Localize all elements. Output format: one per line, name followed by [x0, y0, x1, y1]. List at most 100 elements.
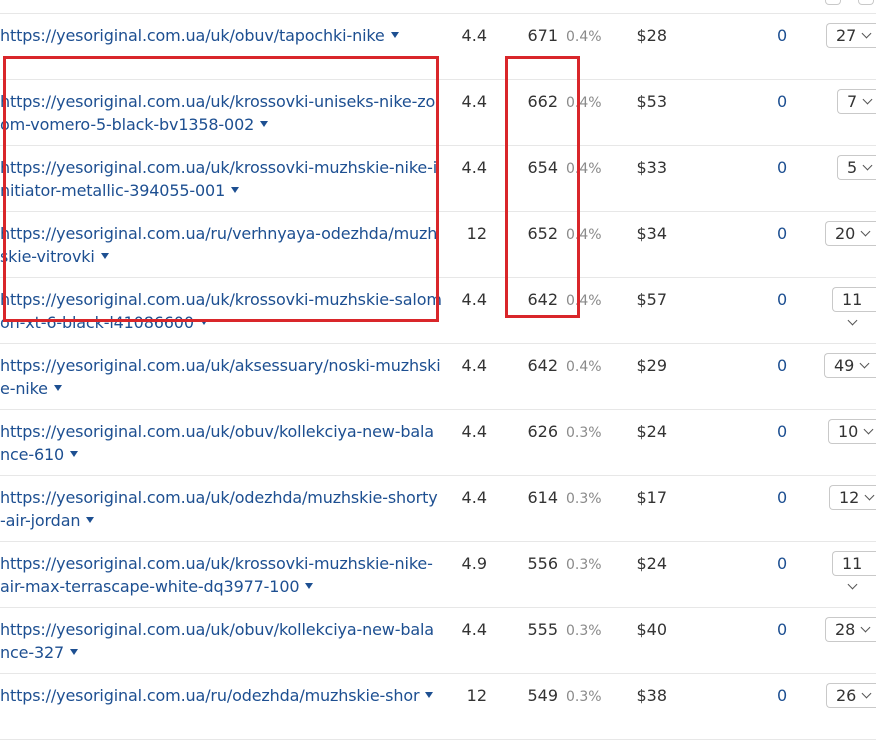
kd-value: 4.4: [461, 26, 487, 45]
volume-share: 0.4%: [566, 95, 602, 111]
rank-dropdown[interactable]: 11: [832, 287, 876, 326]
rank-dropdown[interactable]: 20: [825, 221, 876, 246]
volume-value: 654: [527, 158, 558, 177]
cpc-value: $24: [636, 422, 667, 441]
url-link[interactable]: https://yesoriginal.com.ua/ru/odezhda/mu…: [0, 684, 442, 707]
url-text[interactable]: https://yesoriginal.com.ua/uk/krossovki-…: [0, 158, 437, 200]
caret-down-icon[interactable]: [100, 253, 109, 259]
count-link[interactable]: 0: [777, 156, 787, 179]
cpc-value: $28: [636, 26, 667, 45]
url-text[interactable]: https://yesoriginal.com.ua/uk/krossovki-…: [0, 554, 433, 596]
url-link[interactable]: https://yesoriginal.com.ua/uk/krossovki-…: [0, 288, 442, 334]
rank-value: 49: [834, 356, 855, 375]
kd-value: 4.4: [461, 92, 487, 111]
caret-down-icon[interactable]: [86, 517, 95, 523]
url-text[interactable]: https://yesoriginal.com.ua/ru/odezhda/mu…: [0, 686, 420, 705]
url-text[interactable]: https://yesoriginal.com.ua/uk/obuv/kolle…: [0, 620, 434, 662]
table-row: https://yesoriginal.com.ua/uk/obuv/kolle…: [0, 608, 876, 674]
url-link[interactable]: https://yesoriginal.com.ua/uk/krossovki-…: [0, 156, 442, 202]
caret-down-icon[interactable]: [53, 385, 62, 391]
count-link[interactable]: 0: [777, 222, 787, 245]
url-text[interactable]: https://yesoriginal.com.ua/uk/krossovki-…: [0, 92, 435, 134]
rank-dropdown[interactable]: 10: [828, 419, 876, 444]
cpc-value: $34: [636, 224, 667, 243]
url-link[interactable]: https://yesoriginal.com.ua/uk/krossovki-…: [0, 90, 442, 136]
volume-value: 662: [527, 92, 558, 111]
url-text[interactable]: https://yesoriginal.com.ua/ru/verhnyaya-…: [0, 224, 437, 266]
rank-dropdown[interactable]: 11: [832, 551, 876, 590]
rank-dropdown[interactable]: 5: [837, 155, 876, 180]
cpc-value: $33: [636, 158, 667, 177]
caret-down-icon[interactable]: [70, 451, 79, 457]
rank-dropdown[interactable]: 7: [837, 89, 876, 114]
count-link[interactable]: 0: [777, 354, 787, 377]
url-link[interactable]: https://yesoriginal.com.ua/uk/obuv/kolle…: [0, 420, 442, 466]
volume-value: 642: [527, 290, 558, 309]
count-link[interactable]: 0: [777, 552, 787, 575]
volume-share: 0.3%: [566, 623, 602, 639]
caret-down-icon[interactable]: [260, 121, 269, 127]
volume-share: 0.4%: [566, 161, 602, 177]
count-link[interactable]: 0: [777, 24, 787, 47]
caret-down-icon[interactable]: [390, 32, 399, 38]
cpc-value: $29: [636, 356, 667, 375]
rank-value: 28: [835, 620, 856, 639]
chevron-down-icon: [859, 358, 870, 369]
caret-down-icon[interactable]: [70, 649, 79, 655]
url-text[interactable]: https://yesoriginal.com.ua/uk/krossovki-…: [0, 290, 442, 332]
count-link[interactable]: 0: [777, 684, 787, 707]
url-link[interactable]: https://yesoriginal.com.ua/uk/aksessuary…: [0, 354, 442, 400]
volume-share: 0.4%: [566, 29, 602, 45]
volume-value: 671: [527, 26, 558, 45]
url-text[interactable]: https://yesoriginal.com.ua/uk/aksessuary…: [0, 356, 441, 398]
url-link[interactable]: https://yesoriginal.com.ua/uk/obuv/kolle…: [0, 618, 442, 664]
url-table: https://yesoriginal.com.ua/uk/obuv/tapoc…: [0, 14, 876, 740]
url-text[interactable]: https://yesoriginal.com.ua/uk/obuv/kolle…: [0, 422, 434, 464]
caret-down-icon[interactable]: [199, 319, 208, 325]
kd-value: 4.4: [461, 158, 487, 177]
kd-value: 12: [466, 224, 487, 243]
rank-value: 20: [835, 224, 856, 243]
rank-value: 26: [836, 686, 857, 705]
kd-value: 4.4: [461, 356, 487, 375]
volume-value: 549: [527, 686, 558, 705]
url-link[interactable]: https://yesoriginal.com.ua/uk/krossovki-…: [0, 552, 442, 598]
cpc-value: $57: [636, 290, 667, 309]
count-link[interactable]: 0: [777, 288, 787, 311]
chevron-down-icon: [847, 315, 858, 326]
volume-value: 642: [527, 356, 558, 375]
rank-dropdown[interactable]: 27: [826, 23, 876, 48]
chevron-down-icon: [847, 579, 858, 590]
url-text[interactable]: https://yesoriginal.com.ua/uk/obuv/tapoc…: [0, 26, 385, 45]
rank-dropdown[interactable]: 12: [829, 485, 876, 510]
volume-value: 626: [527, 422, 558, 441]
url-text[interactable]: https://yesoriginal.com.ua/uk/odezhda/mu…: [0, 488, 438, 530]
rank-value: 10: [838, 422, 859, 441]
volume-share: 0.4%: [566, 293, 602, 309]
rank-value: 11: [842, 554, 863, 573]
caret-down-icon[interactable]: [231, 187, 240, 193]
table-row: https://yesoriginal.com.ua/uk/krossovki-…: [0, 278, 876, 344]
volume-value: 614: [527, 488, 558, 507]
rank-dropdown[interactable]: 49: [824, 353, 876, 378]
caret-down-icon[interactable]: [425, 692, 434, 698]
url-link[interactable]: https://yesoriginal.com.ua/ru/verhnyaya-…: [0, 222, 442, 268]
url-link[interactable]: https://yesoriginal.com.ua/uk/odezhda/mu…: [0, 486, 442, 532]
rank-value: 5: [847, 158, 858, 177]
rank-value: 27: [836, 26, 857, 45]
cpc-value: $53: [636, 92, 667, 111]
count-link[interactable]: 0: [777, 486, 787, 509]
rank-dropdown[interactable]: 28: [825, 617, 876, 642]
url-link[interactable]: https://yesoriginal.com.ua/uk/obuv/tapoc…: [0, 24, 442, 47]
count-link[interactable]: 0: [777, 420, 787, 443]
table-row: https://yesoriginal.com.ua/ru/verhnyaya-…: [0, 212, 876, 278]
rank-value: 7: [847, 92, 858, 111]
count-link[interactable]: 0: [777, 90, 787, 113]
caret-down-icon[interactable]: [305, 583, 314, 589]
rank-dropdown[interactable]: 26: [826, 683, 876, 708]
table-row: https://yesoriginal.com.ua/uk/krossovki-…: [0, 80, 876, 146]
cpc-value: $24: [636, 554, 667, 573]
table-row: https://yesoriginal.com.ua/uk/odezhda/mu…: [0, 476, 876, 542]
count-link[interactable]: 0: [777, 618, 787, 641]
kd-value: 4.4: [461, 290, 487, 309]
